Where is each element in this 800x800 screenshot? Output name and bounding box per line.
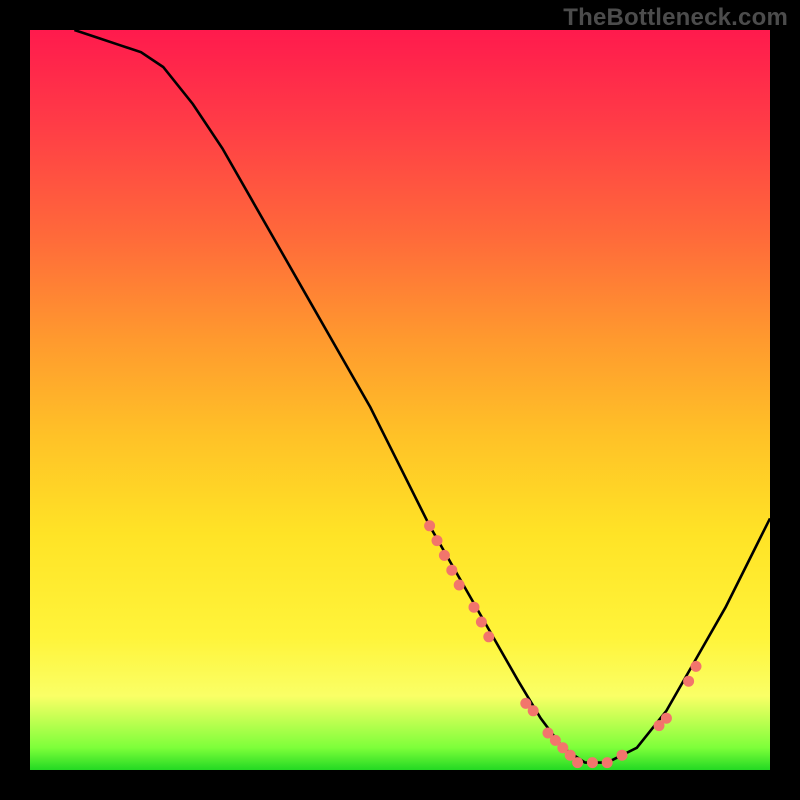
- highlight-dot: [476, 617, 487, 628]
- highlight-dots: [424, 520, 701, 768]
- highlight-dot: [469, 602, 480, 613]
- highlight-dot: [602, 757, 613, 768]
- highlight-dot: [661, 713, 672, 724]
- bottleneck-curve: [74, 30, 770, 763]
- highlight-dot: [454, 580, 465, 591]
- highlight-dot: [432, 535, 443, 546]
- highlight-dot: [439, 550, 450, 561]
- highlight-dot: [683, 676, 694, 687]
- highlight-dot: [424, 520, 435, 531]
- highlight-dot: [691, 661, 702, 672]
- curve-layer: [30, 30, 770, 770]
- highlight-dot: [617, 750, 628, 761]
- plot-area: [30, 30, 770, 770]
- highlight-dot: [587, 757, 598, 768]
- watermark-text: TheBottleneck.com: [563, 4, 788, 32]
- highlight-dot: [446, 565, 457, 576]
- chart-frame: TheBottleneck.com: [0, 0, 800, 800]
- highlight-dot: [572, 757, 583, 768]
- highlight-dot: [483, 631, 494, 642]
- highlight-dot: [528, 705, 539, 716]
